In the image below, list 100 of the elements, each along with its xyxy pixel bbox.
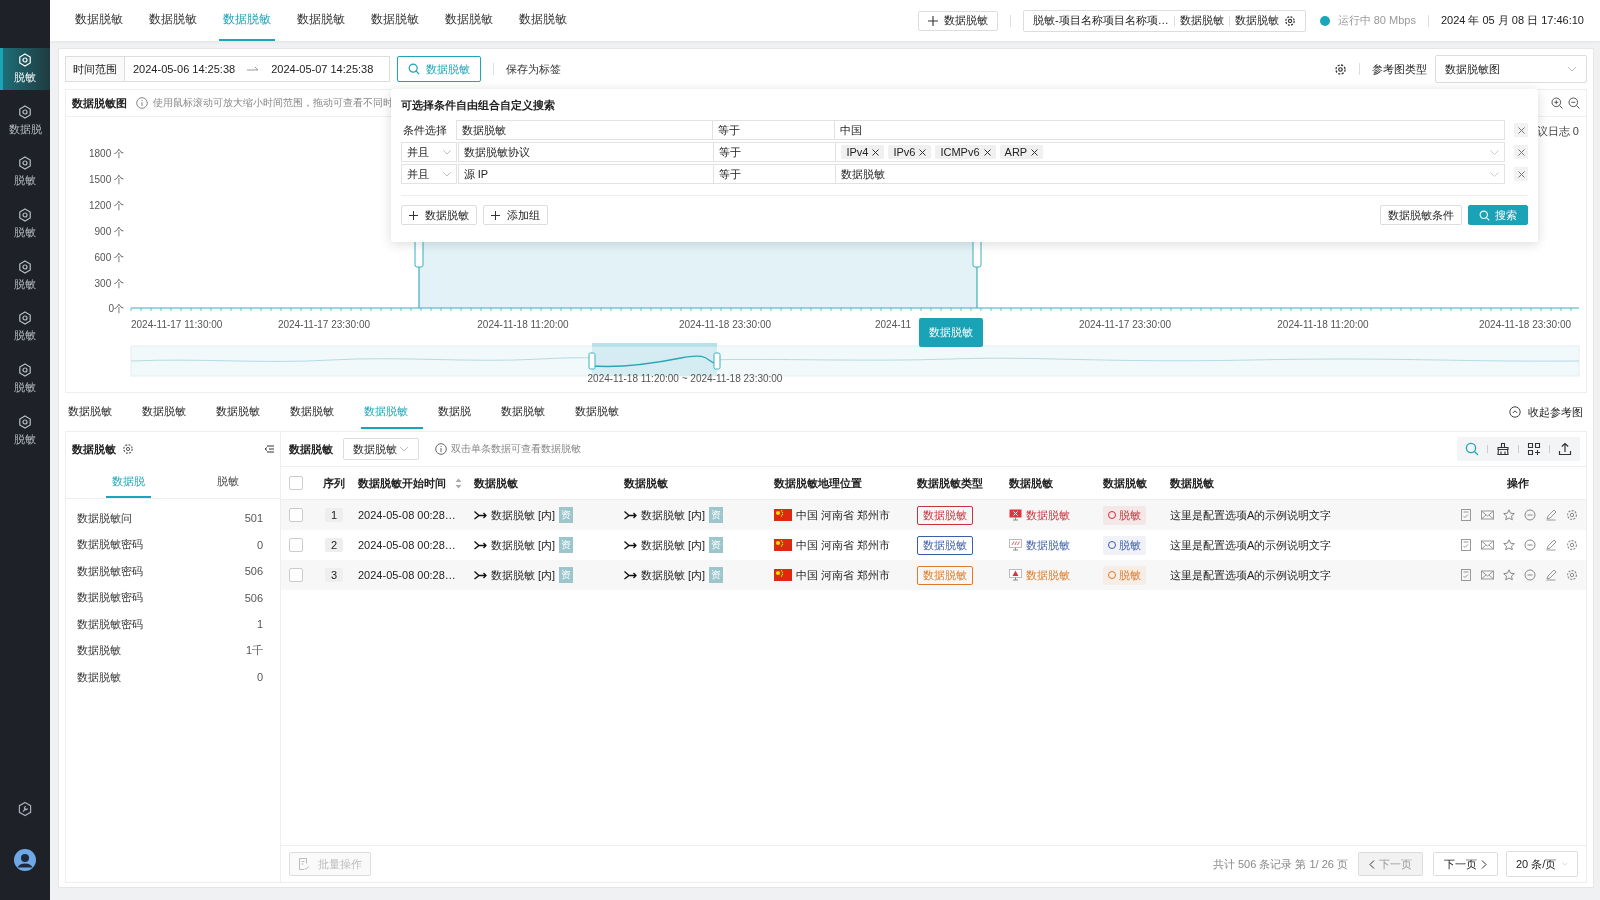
connector-select[interactable]: 并且 [401, 164, 457, 184]
checkbox[interactable] [289, 568, 303, 582]
close-icon[interactable] [872, 148, 880, 156]
page-size-select[interactable]: 20 条/页 [1506, 851, 1578, 877]
project-selector[interactable]: 脱敏-项目名称项目名称项… 数据脱敏 数据脱敏 [1022, 9, 1306, 32]
save-as-tag-button[interactable]: 保存为标签 [506, 61, 561, 77]
sidebar-item[interactable]: 脱敏 [0, 254, 50, 297]
star-icon[interactable] [1503, 569, 1515, 581]
list-item[interactable]: 数据脱敏 0 [66, 664, 280, 691]
value-input[interactable]: IPv4 IPv6 ICMPv6 ARP [835, 142, 1506, 162]
view-tab[interactable]: 数据脱敏 [65, 395, 127, 429]
nav-tab[interactable]: 数据脱敏 [293, 0, 349, 41]
grid-plus-icon[interactable] [1527, 442, 1541, 456]
remove-condition-button[interactable] [1514, 145, 1528, 159]
remove-condition-button[interactable] [1514, 167, 1528, 181]
pencil-icon[interactable] [1545, 569, 1557, 581]
list-item[interactable]: 数据脱敏密码 0 [66, 531, 280, 558]
sidebar-item[interactable]: 脱敏 [0, 48, 50, 90]
list-item[interactable]: 数据脱敏 1千 [66, 637, 280, 664]
pencil-icon[interactable] [1545, 509, 1557, 521]
view-select[interactable]: 数据脱敏 [343, 438, 419, 460]
close-icon[interactable] [919, 148, 927, 156]
minus-circle-icon[interactable] [1524, 509, 1536, 521]
wrench-icon[interactable] [17, 801, 33, 817]
avatar-icon[interactable] [14, 849, 36, 871]
sidebar-item[interactable]: 脱敏 [0, 306, 50, 349]
x-axis-label: 2024-11 [875, 319, 911, 330]
sidebar-item[interactable]: 脱敏 [0, 151, 50, 194]
nav-tab[interactable]: 数据脱敏 [367, 0, 423, 41]
next-page-button[interactable]: 下一页 [1433, 852, 1498, 876]
sidebar-item[interactable]: 脱敏 [0, 409, 50, 452]
field-input[interactable]: 数据脱敏 [455, 120, 713, 140]
collapse-button[interactable]: 收起参考图 [1509, 404, 1583, 420]
collapse-panel-icon[interactable] [264, 444, 274, 454]
type-tag: 数据脱敏 [917, 505, 973, 525]
view-tab[interactable]: 数据脱敏 [287, 395, 349, 429]
connector-select[interactable]: 并且 [401, 142, 457, 162]
view-tab[interactable]: 数据脱 [435, 395, 486, 429]
tag: 资 [709, 537, 724, 553]
checklist-icon[interactable] [1460, 539, 1472, 551]
settings-icon[interactable] [1283, 14, 1296, 27]
field-input[interactable]: 数据脱敏协议 [457, 142, 715, 162]
view-tab[interactable]: 数据脱敏 [139, 395, 201, 429]
minus-circle-icon[interactable] [1524, 569, 1536, 581]
view-tab[interactable]: 数据脱敏 [213, 395, 275, 429]
add-condition-button[interactable]: 数据脱敏 [401, 205, 477, 225]
field-input[interactable]: 源 IP [457, 164, 715, 184]
checklist-icon[interactable] [1460, 509, 1472, 521]
checkbox[interactable] [289, 476, 303, 490]
zoom-out-icon[interactable] [1568, 97, 1580, 109]
chevron-down-icon [1567, 66, 1577, 72]
operator-select[interactable]: 等于 [711, 120, 836, 140]
monitor-icon [1009, 539, 1022, 551]
close-icon[interactable] [1031, 148, 1039, 156]
view-tab[interactable]: 数据脱敏 [572, 395, 634, 429]
sidebar-item[interactable]: 数据脱 [0, 99, 50, 142]
broom-icon[interactable] [1496, 442, 1510, 456]
minus-circle-icon[interactable] [1524, 539, 1536, 551]
sidebar-item[interactable]: 脱敏 [0, 203, 50, 246]
settings-icon[interactable] [122, 443, 134, 455]
checkbox[interactable] [289, 538, 303, 552]
nav-tab[interactable]: 数据脱敏 [145, 0, 201, 41]
column-header[interactable]: 数据脱敏开始时间 [358, 475, 446, 491]
value-input[interactable]: 中国 [834, 120, 1506, 140]
nav-tab[interactable]: 数据脱敏 [515, 0, 571, 41]
nav-tab[interactable]: 数据脱敏 [441, 0, 497, 41]
value-input[interactable]: 数据脱敏 [835, 164, 1506, 184]
search-icon[interactable] [1465, 442, 1479, 456]
list-item[interactable]: 数据脱敏密码 1 [66, 611, 280, 638]
list-item[interactable]: 数据脱敏问 501 [66, 505, 280, 532]
list-item[interactable]: 数据脱敏密码 506 [66, 584, 280, 611]
mail-icon[interactable] [1481, 539, 1494, 551]
settings-icon[interactable] [1334, 62, 1347, 76]
sidebar-item[interactable]: 脱敏 [0, 358, 50, 401]
view-tab[interactable]: 数据脱敏 [498, 395, 560, 429]
add-group-button[interactable]: 添加组 [483, 205, 548, 225]
nav-tab[interactable]: 数据脱敏 [71, 0, 127, 41]
close-icon[interactable] [983, 148, 991, 156]
checklist-icon[interactable] [1460, 569, 1472, 581]
conditions-button[interactable]: 数据脱敏条件 [1380, 205, 1462, 225]
add-button[interactable]: 数据脱敏 [917, 10, 998, 31]
panel-tab[interactable]: 脱敏 [211, 466, 245, 498]
column-header: 数据脱敏 [624, 475, 668, 491]
mail-icon[interactable] [1481, 509, 1494, 521]
mail-icon[interactable] [1481, 569, 1494, 581]
checkbox[interactable] [289, 508, 303, 522]
plus-icon [409, 210, 418, 220]
pencil-icon[interactable] [1545, 539, 1557, 551]
upload-icon[interactable] [1558, 442, 1572, 456]
tag: 资 [709, 507, 724, 523]
list-item[interactable]: 数据脱敏密码 506 [66, 558, 280, 585]
operator-select[interactable]: 等于 [713, 142, 837, 162]
zoom-in-icon[interactable] [1551, 97, 1563, 109]
operator-select[interactable]: 等于 [713, 164, 837, 184]
remove-condition-button[interactable] [1514, 123, 1528, 137]
sort-icon[interactable] [455, 477, 462, 489]
star-icon[interactable] [1503, 539, 1515, 551]
chart-type-select[interactable]: 数据脱敏图 [1435, 55, 1587, 83]
star-icon[interactable] [1503, 509, 1515, 521]
date-range-field[interactable]: 2024-05-06 14:25:38 2024-05-07 14:25:38 [125, 56, 390, 82]
